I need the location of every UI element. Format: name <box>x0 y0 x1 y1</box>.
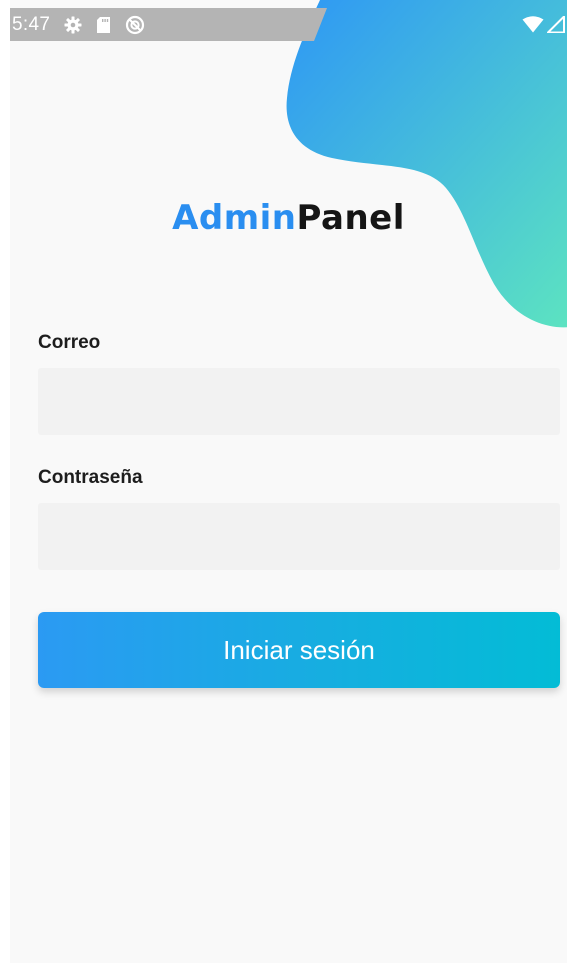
sync-icon <box>125 15 145 35</box>
battery-icon <box>568 14 577 35</box>
status-time: 5:47 <box>12 13 51 35</box>
app-logo: AdminPanel <box>0 198 577 238</box>
login-screen: 5:47 AdminPanel Correo Contraseña Inicia… <box>0 0 577 963</box>
wifi-icon <box>522 16 544 33</box>
logo-text-admin: Admin <box>172 198 297 238</box>
login-button[interactable]: Iniciar sesión <box>38 612 560 688</box>
signal-icon <box>547 16 565 33</box>
status-bar: 5:47 <box>10 8 577 41</box>
logo-text-panel: Panel <box>296 198 405 238</box>
password-input[interactable] <box>38 503 560 570</box>
status-left-group: 5:47 <box>12 8 145 41</box>
password-label: Contraseña <box>38 467 143 488</box>
email-input[interactable] <box>38 368 560 435</box>
status-right-group <box>522 8 577 41</box>
email-label: Correo <box>38 332 101 353</box>
sd-card-icon <box>96 16 111 34</box>
gear-icon <box>64 16 82 34</box>
decorative-blob <box>286 0 577 328</box>
